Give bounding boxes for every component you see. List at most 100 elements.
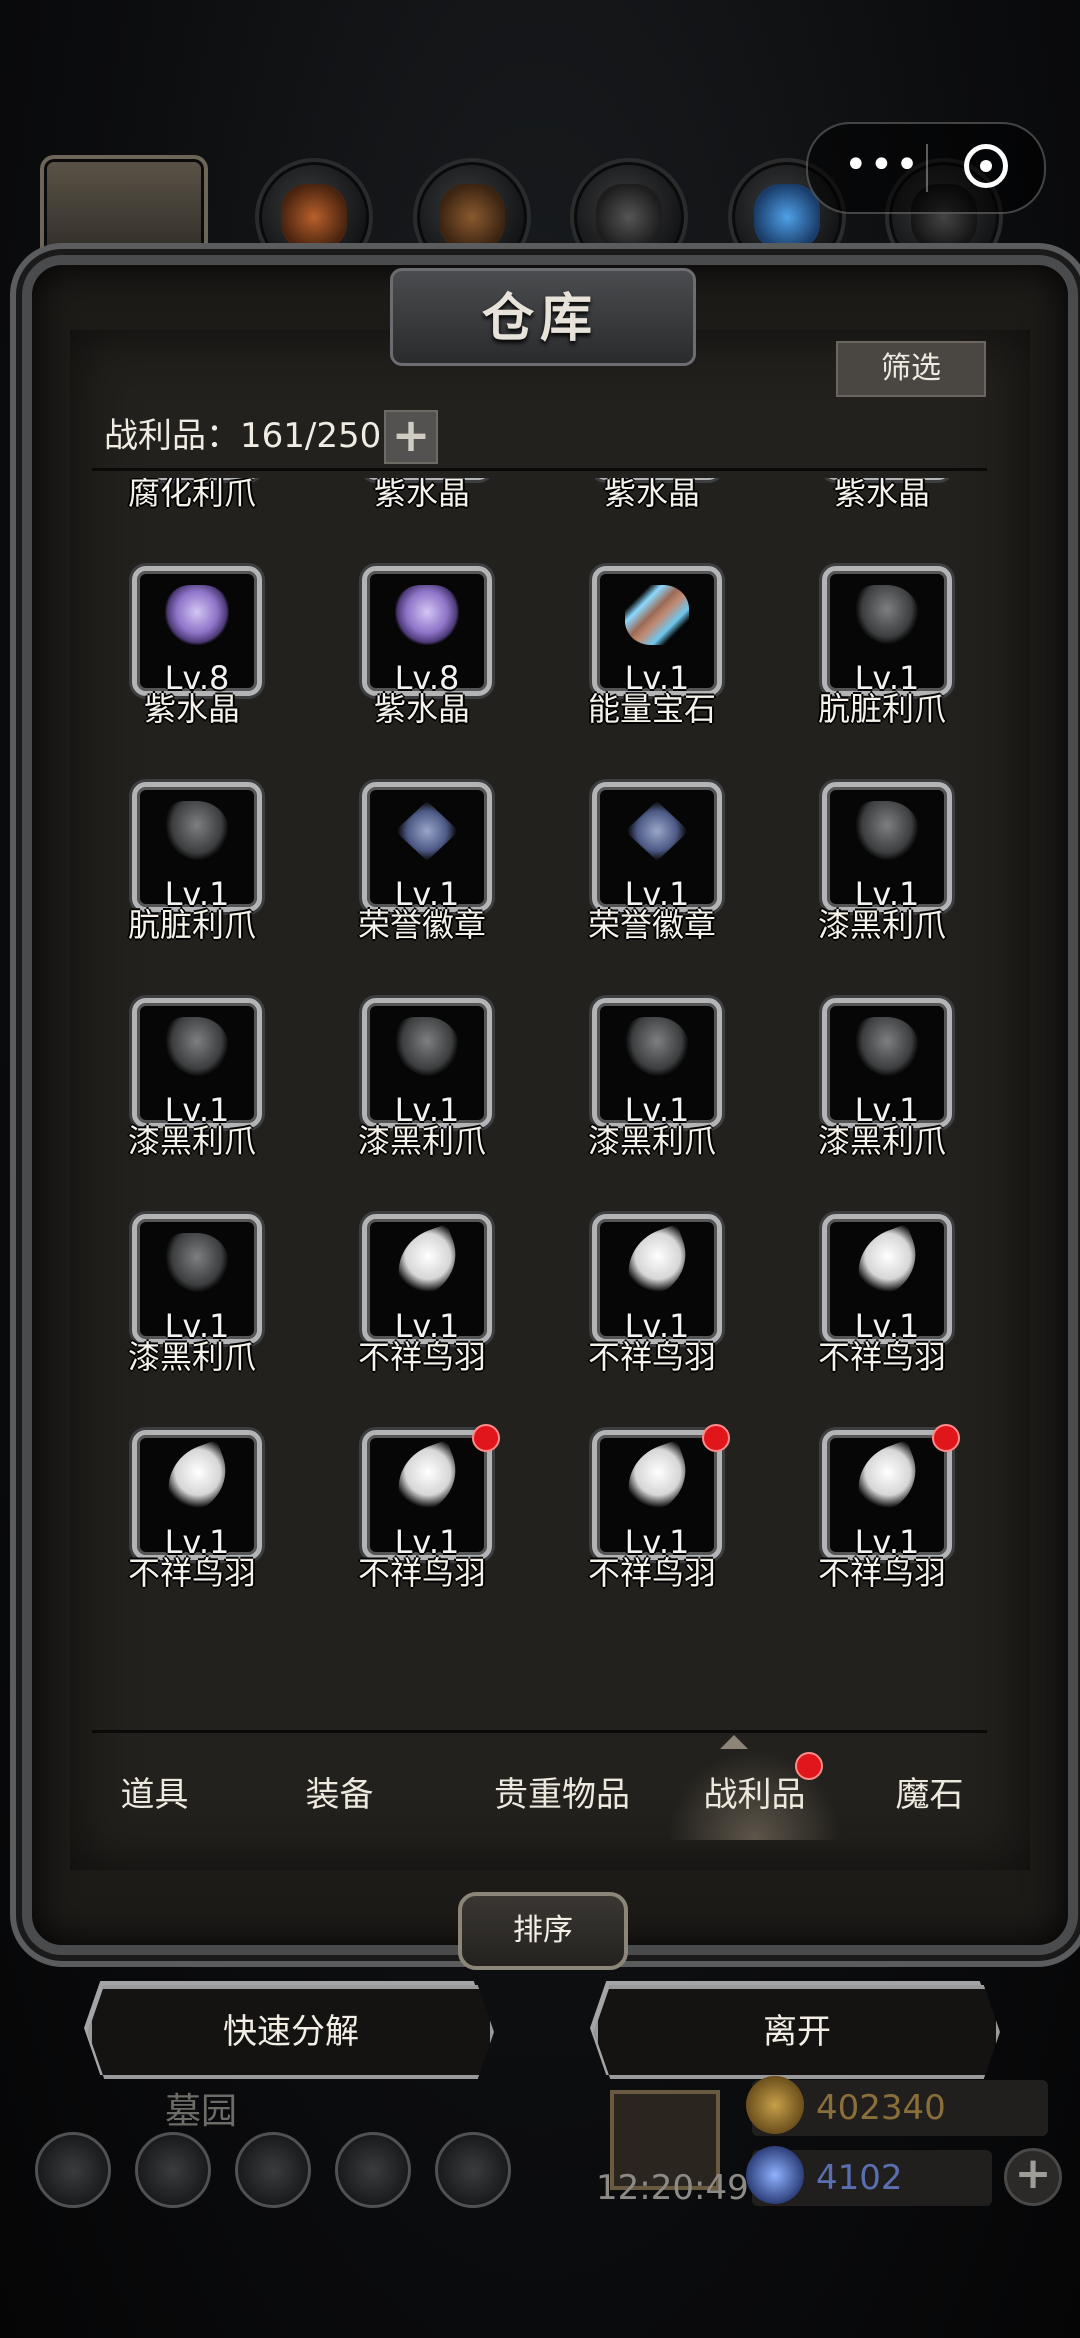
tab-loot-notification-dot [795, 1752, 823, 1780]
item-cell[interactable]: Lv.8紫水晶 [322, 566, 552, 766]
new-item-dot [472, 1424, 500, 1452]
item-cell[interactable]: Lv.8紫水晶 [92, 566, 322, 766]
divider-top [92, 468, 987, 471]
item-cell[interactable]: Lv.1 漆黑利爪 [782, 998, 987, 1198]
tab-equipment[interactable]: 装备 [277, 1750, 402, 1840]
item-name: 不祥鸟羽 [357, 1554, 486, 1592]
claw-icon [395, 1017, 459, 1077]
claw-icon [165, 801, 229, 861]
close-target-icon[interactable] [964, 144, 1008, 188]
item-slot[interactable]: Lv.1 [362, 782, 492, 913]
crystal-icon [165, 585, 229, 645]
item-slot[interactable]: Lv.1 [822, 1214, 952, 1345]
item-slot[interactable]: Lv.1 [592, 998, 722, 1129]
item-cell[interactable]: Lv.1 能量宝石 [552, 566, 782, 766]
feather-icon [386, 1439, 468, 1519]
item-name: 荣誉徽章 [357, 906, 486, 944]
item-cell[interactable]: Lv.1 不祥鸟羽 [552, 1424, 782, 1630]
capsule-divider [926, 144, 928, 192]
item-grid: Lv.1腐化利爪Lv.8紫水晶Lv.8紫水晶Lv.8紫水晶Lv.8紫水晶Lv.8… [92, 478, 987, 1728]
item-slot[interactable]: Lv.1 [132, 1430, 262, 1561]
item-cell[interactable]: Lv.1腐化利爪 [92, 478, 322, 550]
gold-counter: 402340 [746, 2076, 1048, 2136]
item-cell[interactable]: Lv.1 荣誉徽章 [552, 782, 782, 982]
item-cell[interactable]: Lv.1 荣誉徽章 [322, 782, 552, 982]
item-cell[interactable]: Lv.1 不祥鸟羽 [552, 1214, 782, 1414]
filter-button[interactable]: 筛选 [836, 341, 986, 397]
item-name: 漆黑利爪 [127, 1338, 256, 1376]
tab-props[interactable]: 道具 [92, 1750, 217, 1840]
item-slot[interactable]: Lv.1 [362, 1430, 492, 1561]
item-cell[interactable]: Lv.1 漆黑利爪 [92, 998, 322, 1198]
item-name: 腐化利爪 [127, 478, 256, 512]
item-slot[interactable]: Lv.1 [592, 782, 722, 913]
add-gems-button[interactable]: + [1004, 2148, 1062, 2206]
item-cell[interactable]: Lv.1 漆黑利爪 [322, 998, 552, 1198]
item-cell[interactable]: Lv.8紫水晶 [552, 478, 782, 550]
item-cell[interactable]: Lv.1 肮脏利爪 [92, 782, 322, 982]
item-slot[interactable]: Lv.1 [592, 566, 722, 697]
item-name: 紫水晶 [833, 478, 930, 512]
item-cell[interactable]: Lv.1 肮脏利爪 [782, 566, 987, 766]
mail-icon[interactable] [335, 2132, 411, 2208]
item-slot[interactable]: Lv.1 [132, 782, 262, 913]
item-cell[interactable]: Lv.1 漆黑利爪 [552, 998, 782, 1198]
item-slot[interactable]: Lv.8 [132, 566, 262, 697]
tab-bar: 道具 装备 贵重物品 战利品 魔石 [92, 1750, 987, 1840]
item-slot[interactable]: Lv.1 [822, 1430, 952, 1561]
item-name: 肮脏利爪 [817, 690, 946, 728]
item-name: 不祥鸟羽 [587, 1338, 716, 1376]
item-cell[interactable]: Lv.1 不祥鸟羽 [782, 1424, 987, 1630]
new-item-dot [932, 1424, 960, 1452]
item-slot[interactable]: Lv.1 [592, 1430, 722, 1561]
item-name: 能量宝石 [587, 690, 716, 728]
more-icon[interactable]: ••• [844, 145, 924, 186]
item-slot[interactable]: Lv.8 [362, 566, 492, 697]
crystal-icon [395, 585, 459, 645]
item-cell[interactable]: Lv.1 不祥鸟羽 [782, 1214, 987, 1414]
gem-icon [746, 2146, 804, 2204]
quick-decompose-button[interactable]: 快速分解 [88, 1985, 494, 2079]
feather-icon [846, 1223, 928, 1303]
item-cell[interactable]: Lv.1 不祥鸟羽 [322, 1424, 552, 1630]
item-slot[interactable]: Lv.1 [362, 998, 492, 1129]
item-name: 紫水晶 [373, 690, 470, 728]
shield-icon[interactable] [435, 2132, 511, 2208]
claw-icon [165, 1233, 229, 1293]
item-slot[interactable]: Lv.1 [132, 998, 262, 1129]
gem-icon [625, 585, 689, 645]
claw-icon [625, 1017, 689, 1077]
item-cell[interactable]: Lv.8紫水晶 [782, 478, 987, 550]
feather-icon [386, 1223, 468, 1303]
gold-coin-icon [746, 2076, 804, 2134]
compass-icon[interactable] [135, 2132, 211, 2208]
item-slot[interactable]: Lv.1 [822, 782, 952, 913]
item-name: 漆黑利爪 [127, 1122, 256, 1160]
inventory-count: 战利品：161/250 [104, 416, 382, 456]
scroll-icon[interactable] [235, 2132, 311, 2208]
item-slot[interactable]: Lv.1 [132, 1214, 262, 1345]
page-title: 仓库 [481, 288, 598, 349]
tab-magic-stone[interactable]: 魔石 [872, 1750, 987, 1840]
sort-button[interactable]: 排序 [458, 1892, 628, 1970]
expand-capacity-button[interactable]: + [384, 410, 438, 464]
item-cell[interactable]: Lv.1 漆黑利爪 [92, 1214, 322, 1414]
item-cell[interactable]: Lv.1 不祥鸟羽 [322, 1214, 552, 1414]
item-name: 荣誉徽章 [587, 906, 716, 944]
leave-button[interactable]: 离开 [594, 1985, 1000, 2079]
item-slot[interactable]: Lv.1 [592, 1214, 722, 1345]
badge-icon [625, 801, 689, 861]
claw-icon [165, 1017, 229, 1077]
item-slot[interactable]: Lv.1 [362, 1214, 492, 1345]
settings-icon[interactable] [35, 2132, 111, 2208]
new-item-dot [702, 1424, 730, 1452]
zone-name: 墓园 [165, 2091, 238, 2132]
tab-valuables[interactable]: 贵重物品 [462, 1750, 662, 1840]
badge-icon [395, 801, 459, 861]
item-cell[interactable]: Lv.1 不祥鸟羽 [92, 1430, 322, 1630]
item-cell[interactable]: Lv.8紫水晶 [322, 478, 552, 550]
item-name: 不祥鸟羽 [357, 1338, 486, 1376]
item-slot[interactable]: Lv.1 [822, 998, 952, 1129]
item-cell[interactable]: Lv.1 漆黑利爪 [782, 782, 987, 982]
item-slot[interactable]: Lv.1 [822, 566, 952, 697]
